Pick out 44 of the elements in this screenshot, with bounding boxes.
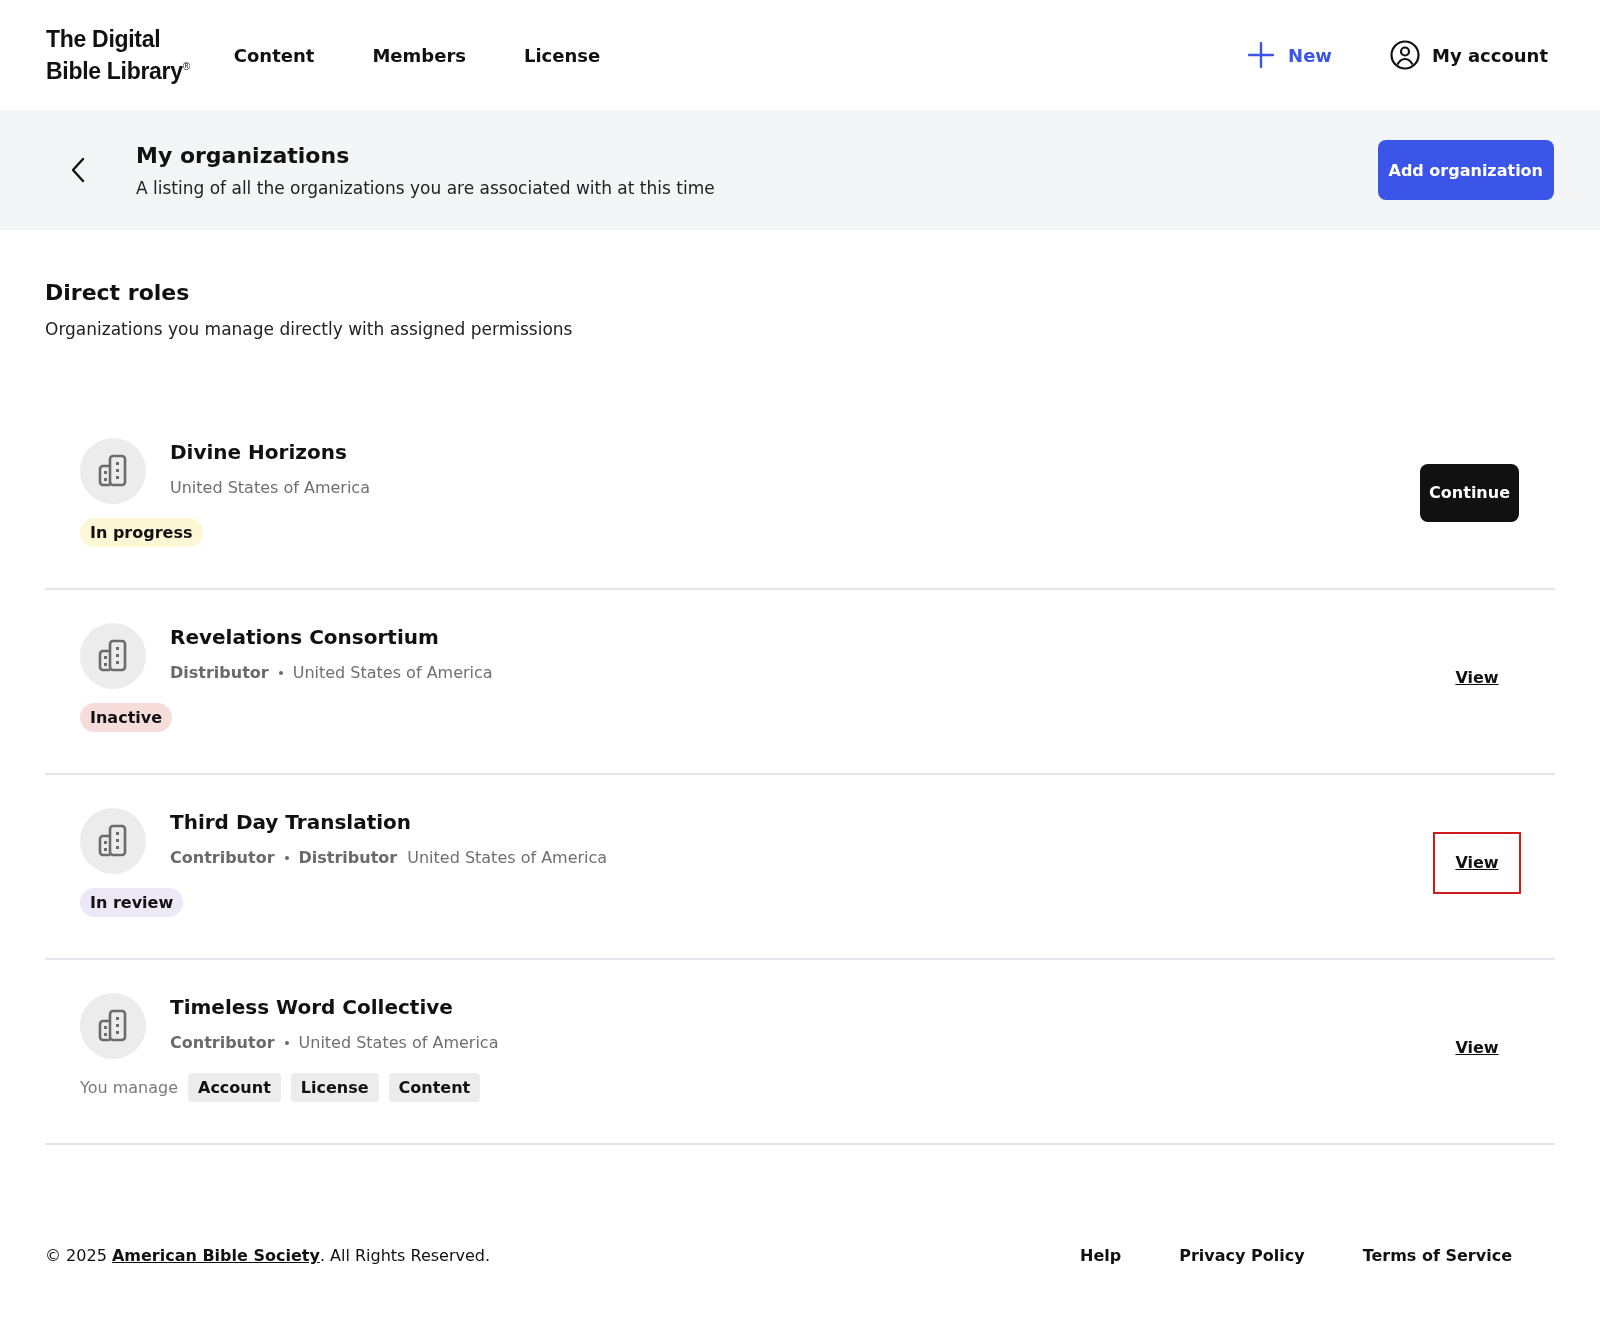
permission-tag: Account [188, 1073, 281, 1102]
page-subtitle: A listing of all the organizations you are associated with at this time [136, 177, 716, 198]
status-tag: In review [80, 888, 184, 917]
status-tag: In progress [80, 518, 203, 547]
country-label: United States of America [407, 848, 608, 867]
country-label: United States of America [292, 663, 493, 682]
page-title: My organizations [136, 142, 351, 168]
role-label: Contributor [170, 1033, 275, 1052]
status-tag: Inactive [80, 703, 173, 732]
view-link[interactable]: View [1455, 1038, 1499, 1057]
manage-label: You manage [80, 1078, 178, 1097]
account-button[interactable]: My account [1390, 40, 1548, 70]
view-link[interactable]: View [1455, 668, 1499, 687]
society-link[interactable]: American Bible Society [111, 1246, 320, 1265]
new-button[interactable]: New [1248, 42, 1332, 68]
organization-name: Divine Horizons [170, 440, 348, 464]
organization-name: Revelations Consortium [170, 625, 440, 649]
country-label: United States of America [298, 1033, 499, 1052]
plus-icon [1248, 42, 1275, 68]
country-label: United States of America [170, 478, 370, 497]
role-label: Distributor [298, 848, 398, 867]
permission-tag: Content [388, 1073, 481, 1102]
copyright-text: © 2025 American Bible Society. All Rights Reserved. [45, 1246, 491, 1265]
logo[interactable]: The Digital Bible Library$^{®}$ [46, 25, 190, 85]
nav-link[interactable]: License [523, 44, 601, 66]
role-label: Contributor [170, 848, 275, 867]
view-link[interactable]: View [1455, 853, 1499, 872]
organization-name: Third Day Translation [170, 810, 413, 834]
separator-dot [278, 670, 283, 675]
nav-link[interactable]: Content [233, 44, 315, 66]
separator-dot [284, 855, 289, 860]
nav-link[interactable]: Members [372, 44, 466, 66]
footer-link[interactable]: Terms of Service [1362, 1246, 1512, 1265]
continue-button[interactable]: Continue [1420, 463, 1519, 522]
footer-link[interactable]: Help [1080, 1246, 1122, 1265]
section-title: Direct roles [45, 280, 191, 305]
permission-tag: License [290, 1073, 379, 1102]
organization-name: Timeless Word Collective [170, 995, 454, 1019]
add-organization-button[interactable]: Add organization [1377, 140, 1554, 200]
separator-dot [284, 1040, 289, 1045]
section-subtitle: Organizations you manage directly with assigned permissions [45, 319, 574, 339]
footer-link[interactable]: Privacy Policy [1179, 1246, 1305, 1265]
user-icon [1390, 40, 1420, 70]
role-label: Distributor [170, 663, 269, 682]
